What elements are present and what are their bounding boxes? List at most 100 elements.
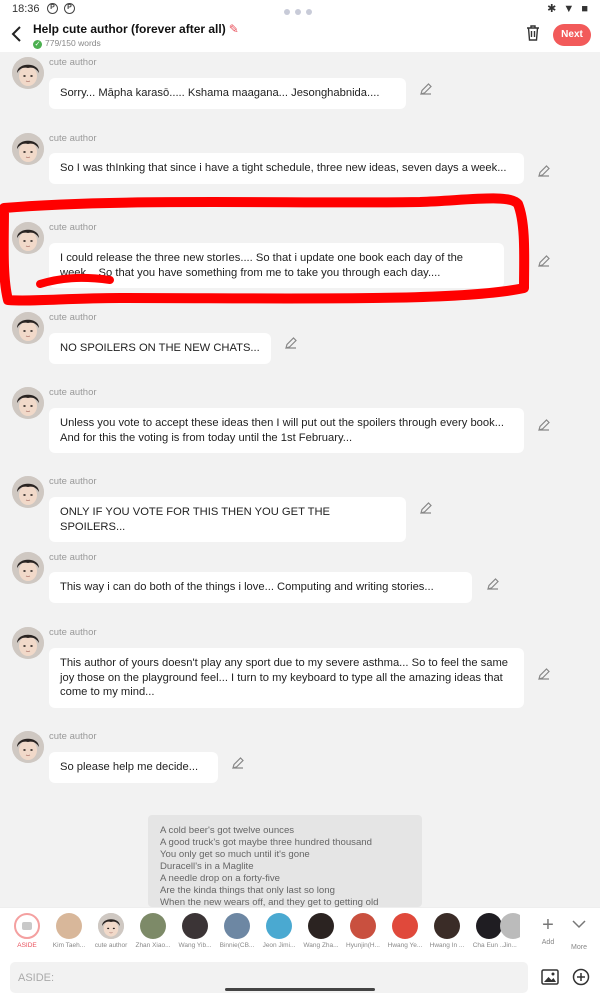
character-avatar — [140, 913, 166, 939]
character-item[interactable]: Jin... — [500, 913, 520, 949]
character-name: Binnie(CB... — [219, 942, 255, 949]
character-avatar — [98, 913, 124, 939]
lyrics-line: Duracell's in a Maglite — [160, 861, 254, 872]
lyrics-line: A good truck's got maybe three hundred t… — [160, 837, 372, 848]
message-bubble[interactable]: Sorry... Māpha karasō..... Kshama maagan… — [49, 78, 406, 109]
character-name: Wang Yib... — [178, 942, 212, 949]
character-item[interactable]: Kim Taeh... — [48, 913, 90, 949]
sender-name: cute author — [49, 133, 97, 144]
edit-title-icon[interactable]: ✎ — [229, 22, 239, 36]
character-item[interactable]: Hwang In ... — [426, 913, 468, 949]
character-avatar — [56, 913, 82, 939]
input-bar — [0, 958, 600, 1000]
character-name: cute author — [94, 942, 128, 949]
message-bubble[interactable]: This author of yours doesn't play any sp… — [49, 648, 524, 708]
character-name: Zhan Xiao... — [135, 942, 171, 949]
character-item[interactable]: Binnie(CB... — [216, 913, 258, 949]
lyrics-line: You only get so much until it's gone — [160, 849, 310, 860]
edit-pencil-icon[interactable] — [419, 501, 433, 515]
pinterest-icon: P — [47, 3, 58, 14]
avatar[interactable] — [12, 476, 44, 508]
sender-name: cute author — [49, 627, 97, 638]
avatar[interactable] — [12, 222, 44, 254]
character-name: Kim Taeh... — [52, 942, 86, 949]
edit-pencil-icon[interactable] — [537, 418, 551, 432]
lyrics-line: Are the kinda things that only last so l… — [160, 885, 335, 896]
edit-pencil-icon[interactable] — [419, 82, 433, 96]
character-avatar — [182, 913, 208, 939]
trash-icon[interactable] — [525, 24, 541, 42]
character-item[interactable]: Wang Zha... — [300, 913, 342, 949]
edit-pencil-icon[interactable] — [284, 336, 298, 350]
next-button[interactable]: Next — [553, 24, 591, 46]
character-avatar — [266, 913, 292, 939]
character-item[interactable]: cute author — [90, 913, 132, 949]
sender-name: cute author — [49, 731, 97, 742]
status-time: 18:36 — [12, 3, 40, 15]
add-label: Add — [541, 939, 555, 946]
message-bubble[interactable]: This way i can do both of the things i l… — [49, 572, 472, 603]
character-avatar — [434, 913, 460, 939]
page-title: Help cute author (forever after all) ✎ — [33, 22, 239, 36]
lyrics-card: A cold beer's got twelve ounces A good t… — [148, 815, 422, 907]
message-bubble[interactable]: I could release the three new storIes...… — [49, 243, 504, 288]
message-bubble[interactable]: So I was thInking that since i have a ti… — [49, 153, 524, 184]
message-bubble[interactable]: ONLY IF YOU VOTE FOR THIS THEN YOU GET T… — [49, 497, 406, 542]
title-text: Help cute author (forever after all) — [33, 22, 226, 36]
avatar[interactable] — [12, 133, 44, 165]
sender-name: cute author — [49, 222, 97, 233]
character-item[interactable]: Wang Yib... — [174, 913, 216, 949]
avatar[interactable] — [12, 312, 44, 344]
avatar[interactable] — [12, 387, 44, 419]
chevron-down-icon — [572, 920, 586, 929]
character-bar: ASIDE Kim Taeh... cute author Zhan Xiao.… — [0, 907, 600, 958]
character-name: Hyunjin(H... — [346, 942, 380, 949]
character-name: ASIDE — [17, 942, 37, 949]
sender-name: cute author — [49, 387, 97, 398]
character-avatar — [476, 913, 502, 939]
word-count-text: 779/150 words — [45, 38, 101, 48]
character-item[interactable]: Zhan Xiao... — [132, 913, 174, 949]
avatar[interactable] — [12, 627, 44, 659]
character-name: Hwang In ... — [429, 942, 465, 949]
lyrics-line: A cold beer's got twelve ounces — [160, 825, 295, 836]
more-label: More — [571, 944, 587, 951]
edit-pencil-icon[interactable] — [537, 164, 551, 178]
sender-name: cute author — [49, 552, 97, 563]
status-bar: 18:36 P P ✱ ▼ ■ — [0, 0, 600, 18]
word-count: ✓ 779/150 words — [33, 38, 101, 49]
add-circle-icon[interactable] — [572, 968, 590, 986]
avatar[interactable] — [12, 731, 44, 763]
message-bubble[interactable]: So please help me decide... — [49, 752, 218, 783]
home-indicator — [225, 988, 375, 991]
back-arrow-icon[interactable] — [8, 24, 26, 44]
message-bubble[interactable]: NO SPOILERS ON THE NEW CHATS... — [49, 333, 271, 364]
edit-pencil-icon[interactable] — [231, 756, 245, 770]
image-icon[interactable] — [541, 968, 559, 986]
character-item[interactable]: Hyunjin(H... — [342, 913, 384, 949]
character-aside[interactable]: ASIDE — [6, 913, 48, 949]
more-button[interactable]: More — [565, 914, 593, 951]
character-avatar — [500, 913, 520, 939]
character-item[interactable]: Hwang Ye... — [384, 913, 426, 949]
sender-name: cute author — [49, 57, 97, 68]
check-icon: ✓ — [33, 40, 42, 49]
character-name: Hwang Ye... — [387, 942, 423, 949]
edit-pencil-icon[interactable] — [537, 667, 551, 681]
edit-pencil-icon[interactable] — [486, 577, 500, 591]
edit-pencil-icon[interactable] — [537, 254, 551, 268]
system-icons: ✱ ▼ ■ — [547, 3, 590, 15]
character-item[interactable]: Jeon Jimi... — [258, 913, 300, 949]
avatar[interactable] — [12, 57, 44, 89]
lyrics-line: When the new wears off, and they get to … — [160, 897, 379, 907]
character-avatar — [308, 913, 334, 939]
character-name: Jeon Jimi... — [262, 942, 296, 949]
character-avatar — [224, 913, 250, 939]
message-bubble[interactable]: Unless you vote to accept these ideas th… — [49, 408, 524, 453]
add-character-button[interactable]: + Add — [534, 914, 562, 946]
avatar[interactable] — [12, 552, 44, 584]
character-name: Wang Zha... — [303, 942, 339, 949]
header: Help cute author (forever after all) ✎ ✓ 7… — [0, 18, 600, 52]
sender-name: cute author — [49, 476, 97, 487]
lyrics-line: A needle drop on a forty-five — [160, 873, 280, 884]
